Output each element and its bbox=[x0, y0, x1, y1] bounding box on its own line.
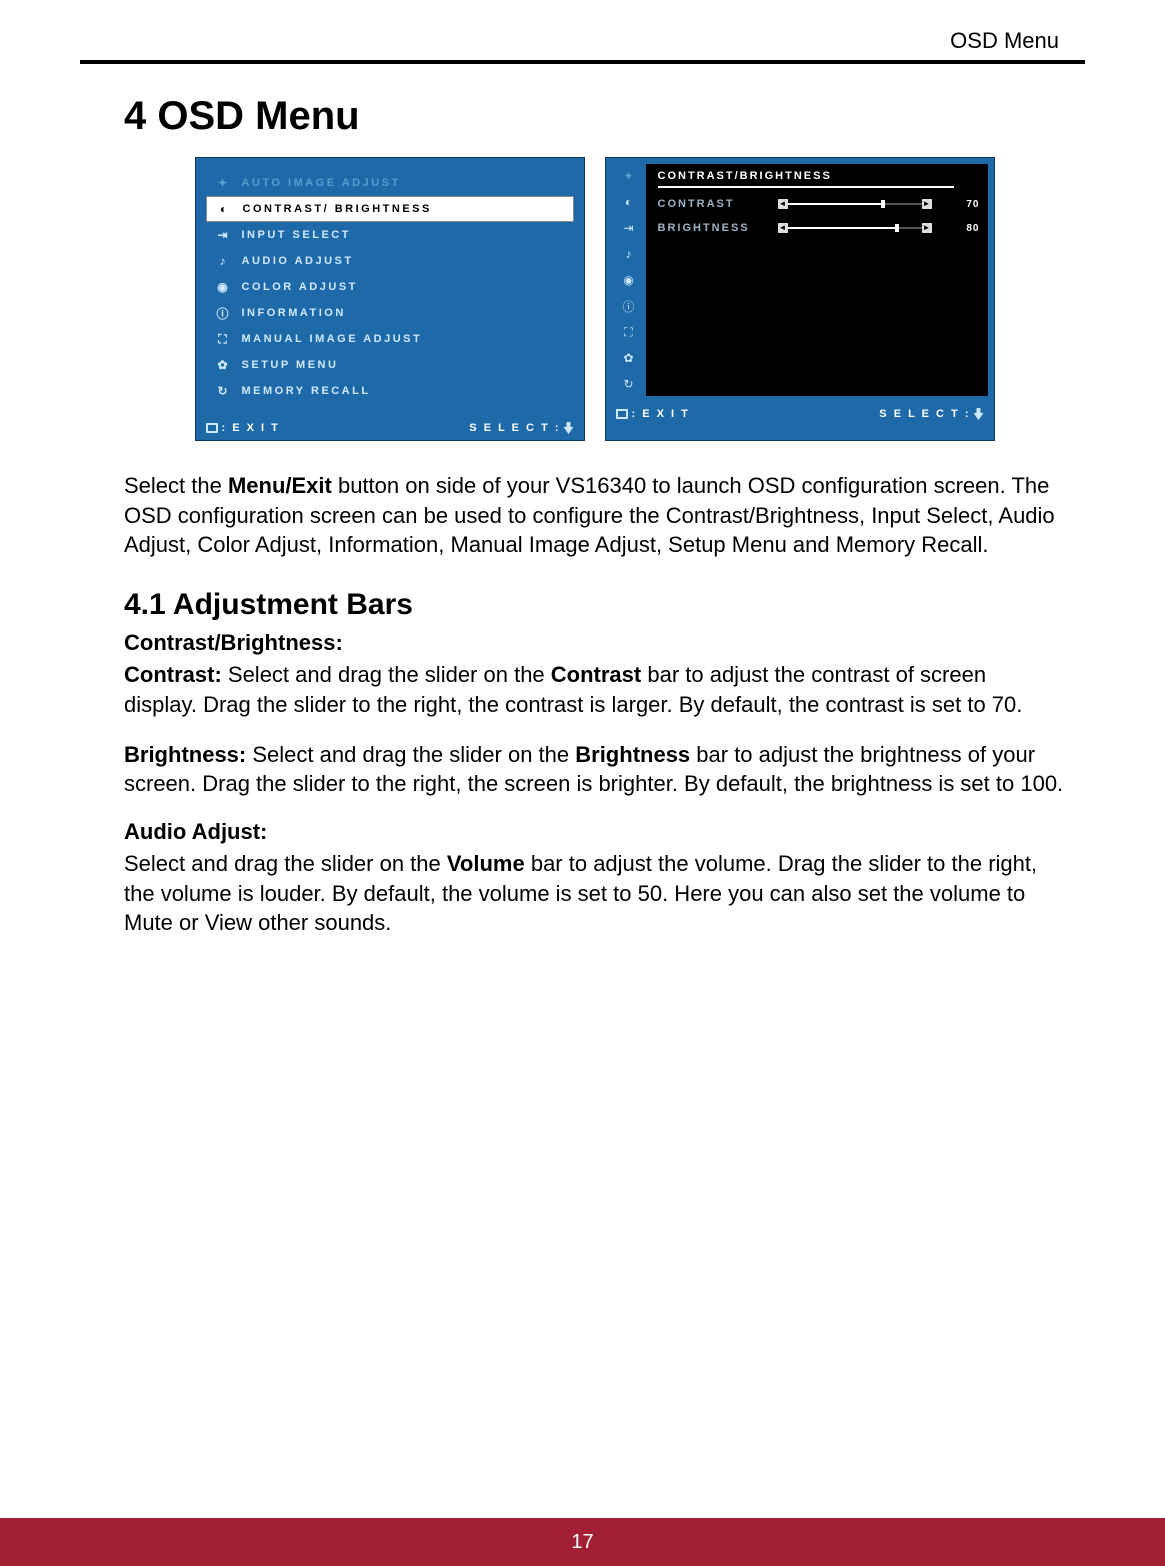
osd-menu-item[interactable]: ♪ AUDIO ADJUST bbox=[206, 248, 574, 274]
osd-menu-item-label: AUDIO ADJUST bbox=[242, 255, 354, 267]
contrast-brightness-heading: Contrast/Brightness: bbox=[124, 630, 1065, 656]
color-icon: ◉ bbox=[620, 272, 638, 288]
gear-icon: ✿ bbox=[214, 358, 232, 372]
osd-menu-item-label: CONTRAST/ BRIGHTNESS bbox=[243, 203, 432, 215]
recall-icon: ↻ bbox=[620, 376, 638, 392]
osd-param-label: BRIGHTNESS bbox=[658, 222, 768, 234]
osd-menu-item-label: MEMORY RECALL bbox=[242, 385, 371, 397]
osd-menu-item[interactable]: ✿ SETUP MENU bbox=[206, 352, 574, 378]
osd-menu-item-label: INFORMATION bbox=[242, 307, 346, 319]
osd-menu-item-label: COLOR ADJUST bbox=[242, 281, 358, 293]
osd-submenu-title: CONTRAST/BRIGHTNESS bbox=[658, 170, 954, 188]
osd-select-hint: S E L E C T : bbox=[879, 408, 983, 420]
osd-slider-value: 80 bbox=[958, 223, 980, 234]
osd-slider-value: 70 bbox=[958, 199, 980, 210]
contrast-icon: ◐ bbox=[620, 194, 638, 210]
osd-submenu: ✦ ◐ ⇥ ♪ ◉ ⓘ ⛶ ✿ ↻ CONTRAST/BRIGHTNESS CONTRAST ◄►… bbox=[605, 157, 995, 441]
chapter-title: 4 OSD Menu bbox=[124, 94, 1065, 139]
gear-icon: ✿ bbox=[620, 350, 638, 366]
intro-paragraph: Select the Menu/Exit button on side of y… bbox=[124, 471, 1065, 560]
osd-menu-item[interactable]: ↻ MEMORY RECALL bbox=[206, 378, 574, 404]
page-number: 17 bbox=[0, 1518, 1165, 1566]
osd-main-menu: ✦ AUTO IMAGE ADJUST ◐ CONTRAST/ BRIGHTNESS ⇥… bbox=[195, 157, 585, 441]
wand-icon: ✦ bbox=[214, 176, 232, 190]
recall-icon: ↻ bbox=[214, 384, 232, 398]
osd-slider[interactable]: ◄► bbox=[778, 223, 948, 233]
osd-exit-hint: : E X I T bbox=[206, 422, 280, 434]
audio-icon: ♪ bbox=[620, 246, 638, 262]
osd-menu-item[interactable]: ⛶ MANUAL IMAGE ADJUST bbox=[206, 326, 574, 352]
osd-select-hint: S E L E C T : bbox=[469, 422, 573, 434]
osd-menu-item[interactable]: ⓘ INFORMATION bbox=[206, 300, 574, 326]
brightness-paragraph: Brightness: Select and drag the slider o… bbox=[124, 740, 1065, 799]
input-icon: ⇥ bbox=[620, 220, 638, 236]
osd-menu-item[interactable]: ⇥ INPUT SELECT bbox=[206, 222, 574, 248]
osd-menu-item-label: MANUAL IMAGE ADJUST bbox=[242, 333, 423, 345]
contrast-icon: ◐ bbox=[215, 202, 233, 216]
info-icon: ⓘ bbox=[620, 298, 638, 314]
osd-param-row: CONTRAST ◄► 70 bbox=[658, 198, 980, 210]
section-4-1-title: 4.1 Adjustment Bars bbox=[124, 588, 1065, 622]
info-icon: ⓘ bbox=[214, 306, 232, 320]
header-section-label: OSD Menu bbox=[80, 28, 1085, 60]
header-rule bbox=[80, 60, 1085, 64]
osd-menu-item[interactable]: ◐ CONTRAST/ BRIGHTNESS bbox=[206, 196, 574, 222]
manual-icon: ⛶ bbox=[214, 332, 232, 346]
contrast-paragraph: Contrast: Select and drag the slider on … bbox=[124, 660, 1065, 719]
osd-screenshots: ✦ AUTO IMAGE ADJUST ◐ CONTRAST/ BRIGHTNESS ⇥… bbox=[124, 157, 1065, 441]
audio-icon: ♪ bbox=[214, 254, 232, 268]
color-icon: ◉ bbox=[214, 280, 232, 294]
osd-exit-hint: : E X I T bbox=[616, 408, 690, 420]
osd-param-label: CONTRAST bbox=[658, 198, 768, 210]
manual-icon: ⛶ bbox=[620, 324, 638, 340]
osd-param-row: BRIGHTNESS ◄► 80 bbox=[658, 222, 980, 234]
input-icon: ⇥ bbox=[214, 228, 232, 242]
osd-menu-item[interactable]: ✦ AUTO IMAGE ADJUST bbox=[206, 170, 574, 196]
wand-icon: ✦ bbox=[620, 168, 638, 184]
audio-paragraph: Select and drag the slider on the Volume… bbox=[124, 849, 1065, 938]
osd-menu-item[interactable]: ◉ COLOR ADJUST bbox=[206, 274, 574, 300]
osd-menu-item-label: INPUT SELECT bbox=[242, 229, 351, 241]
audio-adjust-heading: Audio Adjust: bbox=[124, 819, 1065, 845]
osd-slider[interactable]: ◄► bbox=[778, 199, 948, 209]
osd-menu-item-label: SETUP MENU bbox=[242, 359, 339, 371]
osd-menu-item-label: AUTO IMAGE ADJUST bbox=[242, 177, 401, 189]
